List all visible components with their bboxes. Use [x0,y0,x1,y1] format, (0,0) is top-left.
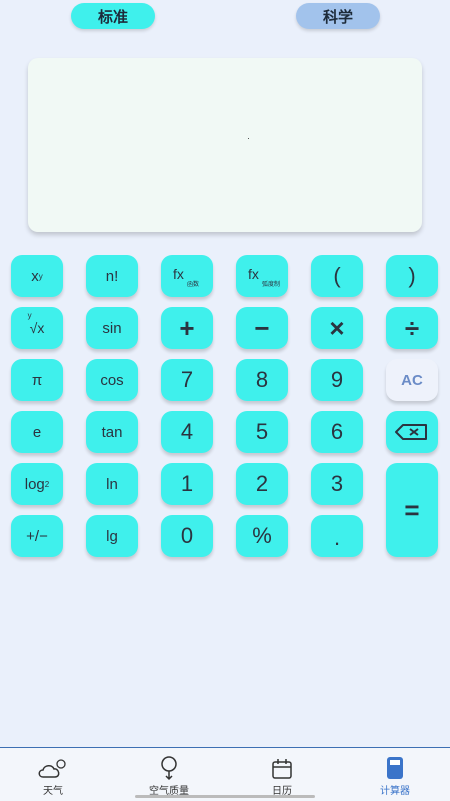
decimal-button[interactable]: . [311,515,363,557]
fx-function-label: 函数 [187,282,200,288]
digit-4-button[interactable]: 4 [161,411,213,453]
fx-label: fx [173,266,184,282]
nav-calculator-label: 计算器 [380,786,410,797]
plus-button[interactable]: + [161,307,213,349]
digit-7-button[interactable]: 7 [161,359,213,401]
tab-standard[interactable]: 标准 [71,3,155,29]
nav-air-quality[interactable]: 空气质量 [129,748,209,801]
power-label: x [31,267,39,285]
calculator-display [28,58,422,232]
log-label: log [24,475,45,493]
lg-button[interactable]: lg [86,515,138,557]
bottom-nav: 天气 空气质量 日历 计算器 [0,747,450,801]
root-button[interactable]: y √x [11,307,63,349]
right-paren-button[interactable]: ) [386,255,438,297]
cursor-dot [248,138,249,139]
e-button[interactable]: e [11,411,63,453]
weather-icon [38,759,66,778]
root-label: √x [29,320,45,336]
backspace-icon [395,424,427,440]
nav-weather[interactable]: 天气 [13,748,93,801]
digit-5-button[interactable]: 5 [236,411,288,453]
sign-toggle-button[interactable]: +/− [11,515,63,557]
root-index: y [27,311,32,320]
log-base: 2 [44,479,50,489]
equals-button[interactable]: = [386,463,438,557]
tan-button[interactable]: tan [86,411,138,453]
tab-science[interactable]: 科学 [296,3,380,29]
cos-button[interactable]: cos [86,359,138,401]
ln-button[interactable]: ln [86,463,138,505]
nav-calendar[interactable]: 日历 [242,748,322,801]
nav-weather-label: 天气 [43,786,63,797]
factorial-button[interactable]: n! [86,255,138,297]
home-indicator [135,795,315,798]
power-button[interactable]: xy [11,255,63,297]
digit-1-button[interactable]: 1 [161,463,213,505]
log2-button[interactable]: log 2 [11,463,63,505]
fx-radian-button[interactable]: fx 弧度制 [236,255,288,297]
nav-calculator[interactable]: 计算器 [355,748,435,801]
pi-button[interactable]: π [11,359,63,401]
digit-3-button[interactable]: 3 [311,463,363,505]
calculator-icon [387,757,403,779]
digit-0-button[interactable]: 0 [161,515,213,557]
fx-label: fx [248,266,259,282]
minus-button[interactable]: − [236,307,288,349]
fx-function-button[interactable]: fx 函数 [161,255,213,297]
multiply-button[interactable]: × [311,307,363,349]
sin-button[interactable]: sin [86,307,138,349]
backspace-button[interactable] [386,411,438,453]
digit-6-button[interactable]: 6 [311,411,363,453]
digit-2-button[interactable]: 2 [236,463,288,505]
digit-9-button[interactable]: 9 [311,359,363,401]
left-paren-button[interactable]: ( [311,255,363,297]
digit-8-button[interactable]: 8 [236,359,288,401]
divide-button[interactable]: ÷ [386,307,438,349]
fx-radian-label: 弧度制 [262,282,281,288]
clear-button[interactable]: AC [386,359,438,401]
calendar-icon [272,759,292,779]
power-sup: y [38,271,43,281]
percent-button[interactable]: % [236,515,288,557]
air-quality-icon [161,756,177,781]
